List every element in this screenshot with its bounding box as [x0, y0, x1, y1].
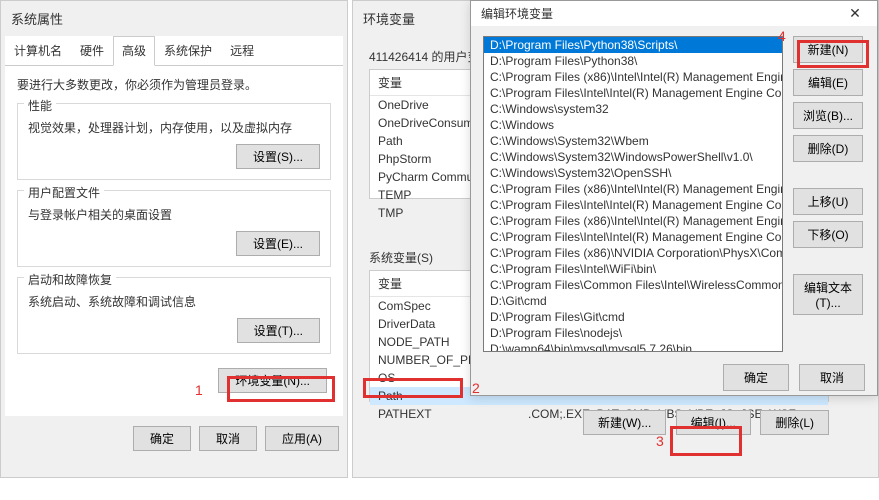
- group-startup-recovery: 启动和故障恢复 系统启动、系统故障和调试信息 设置(T)...: [17, 277, 331, 354]
- group-user-profile-desc: 与登录帐户相关的桌面设置: [28, 206, 320, 223]
- path-list[interactable]: D:\Program Files\Python38\Scripts\D:\Pro…: [483, 36, 783, 352]
- new-button[interactable]: 新建(N): [793, 36, 863, 63]
- path-item[interactable]: C:\Windows\System32\WindowsPowerShell\v1…: [484, 149, 782, 165]
- system-properties-window: 系统属性 计算机名 硬件 高级 系统保护 远程 要进行大多数更改，你必须作为管理…: [0, 0, 348, 478]
- sys-new-button[interactable]: 新建(W)...: [583, 410, 666, 435]
- path-item[interactable]: D:\Program Files\Git\cmd: [484, 309, 782, 325]
- marker-3: 3: [656, 433, 664, 449]
- win1-body: 要进行大多数更改，你必须作为管理员登录。 性能 视觉效果，处理器计划，内存使用，…: [5, 66, 343, 416]
- edit-text-button[interactable]: 编辑文本(T)...: [793, 274, 863, 315]
- win1-bottom-buttons: 确定 取消 应用(A): [1, 416, 347, 461]
- win1-tabs: 计算机名 硬件 高级 系统保护 远程: [5, 36, 343, 66]
- win1-cancel-button[interactable]: 取消: [199, 426, 257, 451]
- path-item[interactable]: C:\Program Files (x86)\NVIDIA Corporatio…: [484, 245, 782, 261]
- marker-1: 1: [195, 382, 203, 398]
- path-item[interactable]: C:\Windows\System32\Wbem: [484, 133, 782, 149]
- browse-button[interactable]: 浏览(B)...: [793, 102, 863, 129]
- win1-ok-button[interactable]: 确定: [133, 426, 191, 451]
- path-item[interactable]: C:\Program Files (x86)\Intel\Intel(R) Ma…: [484, 69, 782, 85]
- win1-title: 系统属性: [1, 1, 347, 36]
- tab-system-protection[interactable]: 系统保护: [155, 36, 221, 65]
- group-user-profile: 用户配置文件 与登录帐户相关的桌面设置 设置(E)...: [17, 190, 331, 267]
- path-item[interactable]: D:\wamp64\bin\mysql\mysql5.7.26\bin: [484, 341, 782, 352]
- delete-button[interactable]: 删除(D): [793, 135, 863, 162]
- side-buttons: 新建(N) 编辑(E) 浏览(B)... 删除(D) 上移(U) 下移(O) 编…: [793, 36, 863, 352]
- edit-env-variable-window: 编辑环境变量 ✕ D:\Program Files\Python38\Scrip…: [470, 0, 878, 396]
- move-up-button[interactable]: 上移(U): [793, 188, 863, 215]
- sys-delete-button[interactable]: 删除(L): [760, 410, 829, 435]
- var-name: PATHEXT: [370, 405, 520, 423]
- tab-remote[interactable]: 远程: [221, 36, 263, 65]
- win1-apply-button[interactable]: 应用(A): [265, 426, 339, 451]
- path-item[interactable]: C:\Program Files (x86)\Intel\Intel(R) Ma…: [484, 213, 782, 229]
- path-item[interactable]: C:\Windows\System32\OpenSSH\: [484, 165, 782, 181]
- close-icon[interactable]: ✕: [833, 5, 877, 22]
- group-startup-title: 启动和故障恢复: [24, 271, 116, 288]
- env-variables-button[interactable]: 环境变量(N)...: [218, 368, 327, 393]
- path-item[interactable]: C:\Program Files\Intel\WiFi\bin\: [484, 261, 782, 277]
- path-item[interactable]: C:\Program Files\Intel\Intel(R) Manageme…: [484, 85, 782, 101]
- user-settings-button[interactable]: 设置(E)...: [236, 231, 320, 256]
- path-item[interactable]: D:\Program Files\Python38\: [484, 53, 782, 69]
- tab-computer-name[interactable]: 计算机名: [5, 36, 71, 65]
- path-item[interactable]: C:\Program Files (x86)\Intel\Intel(R) Ma…: [484, 181, 782, 197]
- group-user-profile-title: 用户配置文件: [24, 184, 104, 201]
- startup-settings-button[interactable]: 设置(T)...: [237, 318, 320, 343]
- path-item[interactable]: C:\Windows: [484, 117, 782, 133]
- edit-button[interactable]: 编辑(E): [793, 69, 863, 96]
- sys-edit-button[interactable]: 编辑(I)...: [676, 410, 751, 435]
- marker-4: 4: [778, 28, 786, 44]
- win3-title: 编辑环境变量: [481, 5, 553, 22]
- admin-note: 要进行大多数更改，你必须作为管理员登录。: [17, 76, 331, 93]
- path-item[interactable]: C:\Program Files\Common Files\Intel\Wire…: [484, 277, 782, 293]
- win3-ok-button[interactable]: 确定: [723, 364, 789, 391]
- group-startup-desc: 系统启动、系统故障和调试信息: [28, 293, 320, 310]
- perf-settings-button[interactable]: 设置(S)...: [236, 144, 320, 169]
- group-performance: 性能 视觉效果，处理器计划，内存使用，以及虚拟内存 设置(S)...: [17, 103, 331, 180]
- group-performance-title: 性能: [24, 97, 56, 114]
- tab-advanced[interactable]: 高级: [113, 36, 155, 66]
- path-item[interactable]: C:\Program Files\Intel\Intel(R) Manageme…: [484, 197, 782, 213]
- path-item[interactable]: C:\Program Files\Intel\Intel(R) Manageme…: [484, 229, 782, 245]
- group-performance-desc: 视觉效果，处理器计划，内存使用，以及虚拟内存: [28, 119, 320, 136]
- path-item[interactable]: C:\Windows\system32: [484, 101, 782, 117]
- tab-hardware[interactable]: 硬件: [71, 36, 113, 65]
- path-item[interactable]: D:\Program Files\nodejs\: [484, 325, 782, 341]
- move-down-button[interactable]: 下移(O): [793, 221, 863, 248]
- marker-2: 2: [472, 380, 480, 396]
- path-item[interactable]: D:\Program Files\Python38\Scripts\: [484, 37, 782, 53]
- path-item[interactable]: D:\Git\cmd: [484, 293, 782, 309]
- win3-cancel-button[interactable]: 取消: [799, 364, 865, 391]
